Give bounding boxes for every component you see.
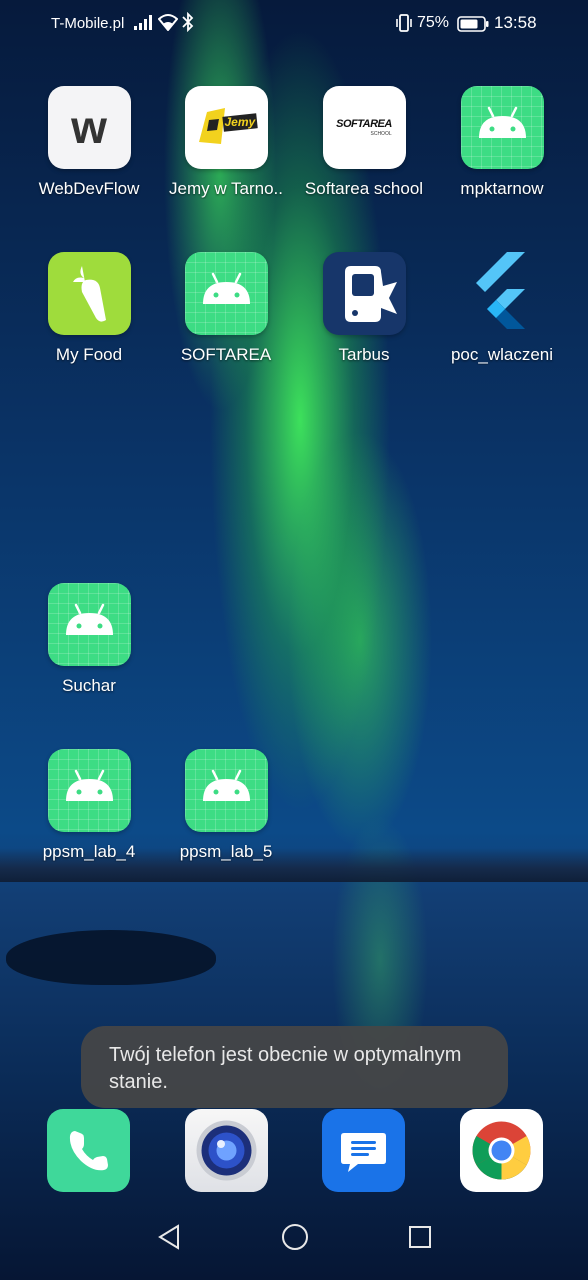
app-jemy[interactable]: Jemy Jemy w Tarno.. bbox=[157, 86, 295, 199]
bus-icon bbox=[322, 252, 406, 335]
toast-message: Twój telefon jest obecnie w optymalnym s… bbox=[81, 1026, 508, 1108]
dock-camera[interactable] bbox=[185, 1109, 268, 1192]
messages-icon bbox=[341, 1133, 386, 1172]
app-label: Softarea school bbox=[304, 179, 424, 198]
app-label: My Food bbox=[55, 345, 123, 364]
vibrate-icon bbox=[396, 14, 412, 32]
app-my-food[interactable]: My Food bbox=[20, 252, 158, 365]
dock-messages[interactable] bbox=[322, 1109, 405, 1192]
app-label: SOFTAREA bbox=[180, 345, 272, 364]
app-poc-wlaczeni[interactable]: poc_wlaczeni bbox=[433, 252, 571, 365]
android-icon bbox=[47, 583, 131, 666]
app-label: ppsm_lab_4 bbox=[42, 842, 136, 861]
app-softarea[interactable]: SOFTAREA bbox=[157, 252, 295, 365]
jemy-icon: Jemy bbox=[184, 86, 268, 169]
webdevflow-logo: w bbox=[71, 101, 107, 153]
battery-icon bbox=[457, 16, 489, 32]
recents-icon[interactable] bbox=[405, 1222, 435, 1252]
clock: 13:58 bbox=[494, 13, 537, 32]
app-label: Suchar bbox=[62, 676, 116, 695]
battery-percent: 75% bbox=[417, 14, 450, 31]
app-label: Jemy w Tarno.. bbox=[168, 179, 283, 198]
island bbox=[6, 930, 216, 985]
signal-icon bbox=[134, 15, 152, 30]
home-icon[interactable] bbox=[280, 1222, 310, 1252]
app-ppsm-lab-4[interactable]: ppsm_lab_4 bbox=[20, 749, 158, 862]
carrier-name: T-Mobile.pl bbox=[51, 15, 125, 32]
android-icon bbox=[184, 749, 268, 832]
app-mpktarnow[interactable]: mpktarnow bbox=[433, 86, 571, 199]
dock-phone[interactable] bbox=[47, 1109, 130, 1192]
carrot-icon bbox=[47, 252, 131, 335]
android-icon bbox=[47, 749, 131, 832]
jemy-logo: Jemy bbox=[224, 115, 256, 129]
toast-text: Twój telefon jest obecnie w optymalnym s… bbox=[109, 1044, 462, 1093]
app-label: ppsm_lab_5 bbox=[179, 842, 273, 861]
app-ppsm-lab-5[interactable]: ppsm_lab_5 bbox=[157, 749, 295, 862]
app-label: Tarbus bbox=[338, 345, 390, 364]
camera-icon bbox=[196, 1120, 257, 1181]
wifi-icon bbox=[158, 14, 178, 31]
softarea-logo: SOFTAREA bbox=[336, 118, 392, 130]
app-softarea-school[interactable]: SOFTAREA SCHOOL Softarea school bbox=[295, 86, 433, 199]
app-label: WebDevFlow bbox=[38, 179, 140, 198]
phone-icon bbox=[69, 1131, 108, 1171]
app-suchar[interactable]: Suchar bbox=[20, 583, 158, 696]
softarea-logo-sub: SCHOOL bbox=[370, 131, 392, 137]
android-icon bbox=[184, 252, 268, 335]
webdevflow-icon: w bbox=[47, 86, 131, 169]
app-tarbus[interactable]: Tarbus bbox=[295, 252, 433, 365]
app-label: poc_wlaczeni bbox=[450, 345, 554, 364]
dock-chrome[interactable] bbox=[460, 1109, 543, 1192]
android-icon bbox=[460, 86, 544, 169]
app-webdevflow[interactable]: w WebDevFlow bbox=[20, 86, 158, 199]
status-bar: T-Mobile.pl 75% 13:58 bbox=[0, 0, 588, 48]
bluetooth-icon bbox=[182, 12, 194, 32]
app-label: mpktarnow bbox=[460, 179, 544, 198]
back-icon[interactable] bbox=[154, 1222, 184, 1252]
chrome-icon bbox=[472, 1121, 531, 1180]
softarea-school-icon: SOFTAREA SCHOOL bbox=[322, 86, 406, 169]
flutter-icon bbox=[461, 252, 544, 335]
